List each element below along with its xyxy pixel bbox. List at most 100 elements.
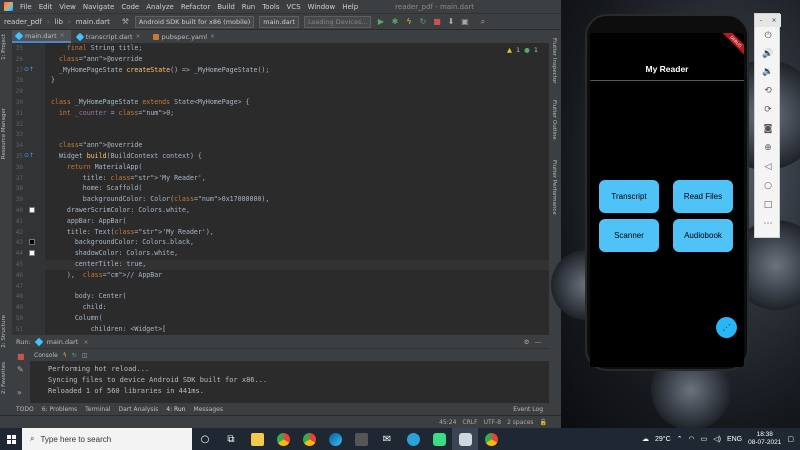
- tab-pubspec-yaml[interactable]: pubspec.yaml ×: [149, 30, 222, 43]
- code-line[interactable]: centerTitle: true,: [51, 260, 146, 268]
- file-encoding[interactable]: UTF-8: [484, 419, 502, 426]
- chrome-icon[interactable]: [296, 428, 322, 450]
- color-swatch-icon[interactable]: [29, 239, 35, 246]
- home-icon[interactable]: ○: [755, 181, 781, 191]
- notifications-icon[interactable]: ▢: [787, 435, 794, 443]
- code-line[interactable]: appBar: AppBar(: [51, 217, 127, 225]
- code-line[interactable]: title: class="str">'My Reader',: [51, 174, 206, 182]
- tool-dart-analysis[interactable]: Dart Analysis: [119, 406, 159, 413]
- flutter-performance-tool-button[interactable]: Flutter Performance: [551, 160, 557, 215]
- hot-reload-icon[interactable]: ϟ: [404, 17, 413, 26]
- transcript-button[interactable]: Transcript: [599, 180, 659, 213]
- hammer-icon[interactable]: ⚒: [121, 17, 130, 26]
- chrome-icon[interactable]: [478, 428, 504, 450]
- menu-vcs[interactable]: VCS: [286, 3, 300, 11]
- menu-navigate[interactable]: Navigate: [83, 3, 114, 11]
- telegram-icon[interactable]: [400, 428, 426, 450]
- more-icon[interactable]: ⋯: [755, 219, 781, 229]
- close-icon[interactable]: ×: [771, 17, 776, 24]
- store-icon[interactable]: [348, 428, 374, 450]
- code-line[interactable]: drawerScrimColor: Colors.white,: [51, 206, 190, 214]
- search-icon[interactable]: ⌕: [478, 17, 487, 26]
- pin-icon[interactable]: ✎: [17, 365, 24, 374]
- flutter-outline-tool-button[interactable]: Flutter Outline: [551, 100, 557, 140]
- breadcrumb-file[interactable]: main.dart: [76, 18, 110, 26]
- clock[interactable]: 18:38 08-07-2021: [748, 431, 781, 447]
- code-line[interactable]: final String title;: [51, 44, 142, 52]
- close-run-tab-icon[interactable]: ×: [83, 338, 88, 346]
- tool-run[interactable]: 4: Run: [166, 406, 185, 413]
- code-line[interactable]: class="ann">@override: [51, 141, 142, 149]
- breadcrumb-project[interactable]: reader_pdf: [4, 18, 42, 26]
- task-view-icon[interactable]: ⧉: [218, 428, 244, 450]
- close-tab-icon[interactable]: ×: [60, 32, 65, 39]
- code-line[interactable]: _MyHomePageState createState() => _MyHom…: [51, 66, 269, 74]
- indent-setting[interactable]: 2 spaces: [507, 419, 533, 426]
- hot-reload-icon[interactable]: ϟ: [63, 352, 67, 359]
- power-icon[interactable]: ⏻: [755, 31, 781, 41]
- breadcrumb-lib[interactable]: lib: [55, 18, 63, 26]
- tab-main-dart[interactable]: main.dart ×: [12, 30, 71, 43]
- color-swatch-icon[interactable]: [29, 250, 35, 257]
- code-line[interactable]: ), class="cm">// AppBar: [51, 271, 162, 279]
- code-line[interactable]: Column(: [51, 314, 103, 322]
- avd-manager-icon[interactable]: ▣: [460, 17, 469, 26]
- close-tab-icon[interactable]: ×: [136, 33, 141, 40]
- code-line[interactable]: body: Center(: [51, 292, 127, 300]
- override-gutter-icon[interactable]: ⊙↑: [24, 66, 34, 73]
- hot-restart-icon[interactable]: ↻: [418, 17, 427, 26]
- stop-icon[interactable]: ■: [17, 352, 25, 361]
- code-line[interactable]: backgroundColor: Color(class="num">0x170…: [51, 195, 270, 203]
- code-line[interactable]: class _MyHomePageState extends State<MyH…: [51, 98, 250, 106]
- audiobook-button[interactable]: Audiobook: [673, 219, 733, 252]
- debug-icon[interactable]: ✱: [390, 17, 399, 26]
- close-tab-icon[interactable]: ×: [210, 33, 215, 40]
- code-line[interactable]: title: Text(class="str">'My Reader'),: [51, 228, 214, 236]
- menu-build[interactable]: Build: [217, 3, 235, 11]
- chrome-icon[interactable]: [270, 428, 296, 450]
- weather-icon[interactable]: ☁: [642, 435, 649, 443]
- device-selector[interactable]: Android SDK built for x86 (mobile): [134, 15, 255, 28]
- cortana-icon[interactable]: ○: [192, 428, 218, 450]
- share-fab[interactable]: ⋰: [716, 317, 737, 338]
- resource-manager-tool-button[interactable]: Resource Manager: [1, 108, 7, 159]
- code-editor[interactable]: final String title; class="ann">@overrid…: [45, 43, 549, 335]
- run-icon[interactable]: ▶: [376, 17, 385, 26]
- overview-icon[interactable]: □: [755, 200, 781, 210]
- menu-refactor[interactable]: Refactor: [181, 3, 210, 11]
- line-separator[interactable]: CRLF: [462, 419, 477, 426]
- volume-up-icon[interactable]: 🔊: [755, 49, 781, 59]
- menu-view[interactable]: View: [59, 3, 76, 11]
- wifi-icon[interactable]: ◠: [689, 435, 695, 443]
- tool-problems[interactable]: 6: Problems: [42, 406, 77, 413]
- code-line[interactable]: int _counter = class="num">0;: [51, 109, 174, 117]
- edge-icon[interactable]: [322, 428, 348, 450]
- menu-tools[interactable]: Tools: [262, 3, 279, 11]
- volume-icon[interactable]: ◁): [713, 435, 721, 443]
- menu-file[interactable]: File: [20, 3, 32, 11]
- loading-devices-selector[interactable]: Loading Devices...: [303, 15, 372, 28]
- rotate-left-icon[interactable]: ⟲: [755, 86, 781, 96]
- taskbar-search-box[interactable]: ⌕ Type here to search: [22, 428, 192, 450]
- scanner-button[interactable]: Scanner: [599, 219, 659, 252]
- tab-transcript-dart[interactable]: transcript.dart ×: [73, 30, 147, 43]
- event-log-button[interactable]: Event Log: [513, 406, 549, 413]
- code-line[interactable]: backgroundColor: Colors.black,: [51, 238, 194, 246]
- menu-window[interactable]: Window: [308, 3, 336, 11]
- code-line[interactable]: home: Scaffold(: [51, 184, 143, 192]
- project-tool-button[interactable]: 1: Project: [1, 34, 7, 60]
- more-icon[interactable]: »: [17, 388, 22, 397]
- file-explorer-icon[interactable]: [244, 428, 270, 450]
- inspections-widget[interactable]: ▲ 1 ● 1: [507, 46, 538, 54]
- open-devtools-icon[interactable]: ◫: [82, 352, 88, 359]
- weather-temp[interactable]: 29°C: [655, 436, 671, 443]
- rotate-right-icon[interactable]: ⟳: [755, 105, 781, 115]
- android-studio-taskbar-icon[interactable]: [426, 428, 452, 450]
- override-gutter-icon[interactable]: ⊙↑: [24, 152, 34, 159]
- volume-down-icon[interactable]: 🔉: [755, 67, 781, 77]
- mail-icon[interactable]: ✉: [374, 428, 400, 450]
- minimize-panel-icon[interactable]: —: [535, 338, 550, 346]
- structure-tool-button[interactable]: 2: Structure: [1, 315, 7, 348]
- color-swatch-icon[interactable]: [29, 207, 35, 213]
- hot-restart-icon[interactable]: ↻: [72, 352, 77, 359]
